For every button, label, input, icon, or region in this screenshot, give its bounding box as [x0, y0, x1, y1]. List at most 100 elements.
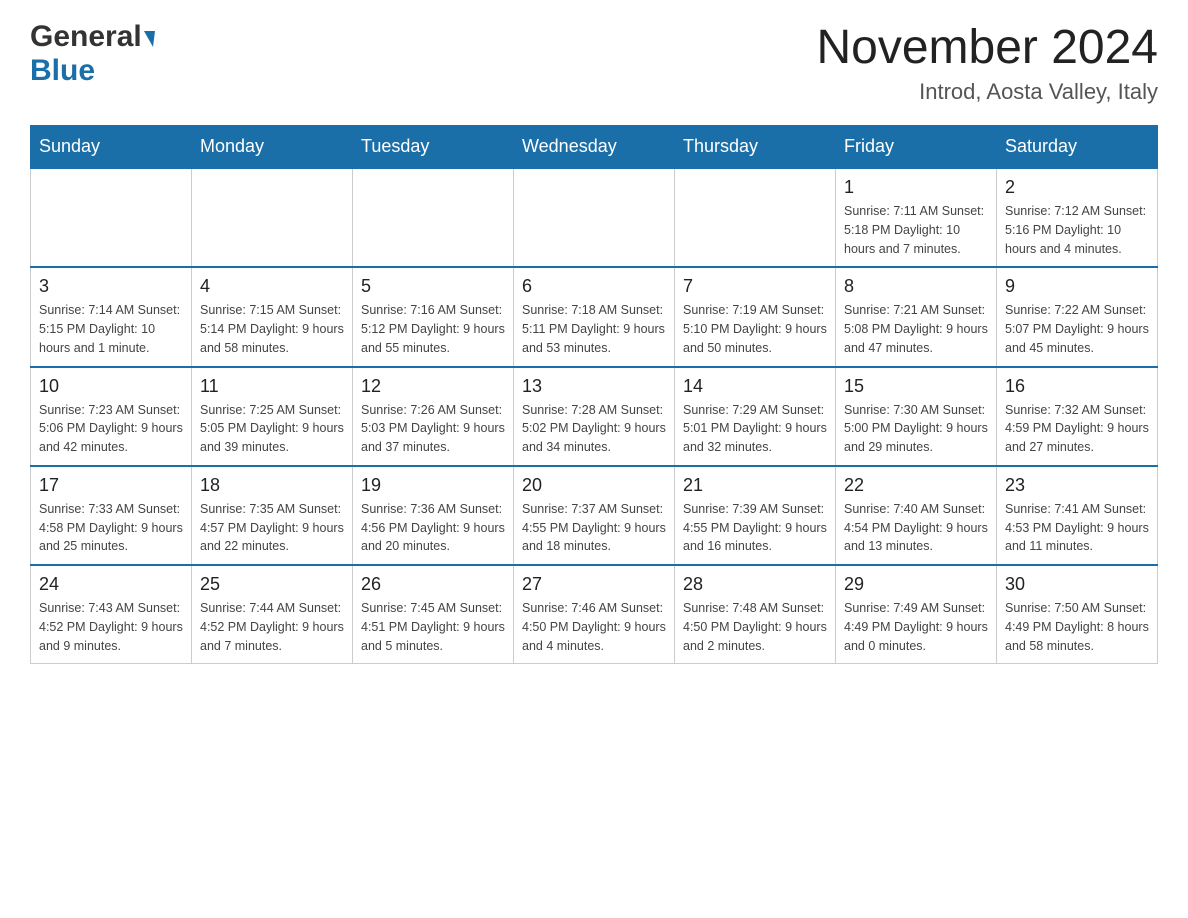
calendar-cell — [675, 168, 836, 267]
day-number: 29 — [844, 574, 988, 595]
day-info: Sunrise: 7:44 AM Sunset: 4:52 PM Dayligh… — [200, 599, 344, 655]
weekday-header: Friday — [836, 126, 997, 169]
calendar-cell: 3 Sunrise: 7:14 AM Sunset: 5:15 PM Daylig… — [31, 267, 192, 366]
day-number: 28 — [683, 574, 827, 595]
day-number: 24 — [39, 574, 183, 595]
calendar-cell: 24 Sunrise: 7:43 AM Sunset: 4:52 PM Dayli… — [31, 565, 192, 664]
calendar-header-row: SundayMondayTuesdayWednesdayThursdayFrid… — [31, 126, 1158, 169]
day-number: 2 — [1005, 177, 1149, 198]
logo-general-text: General — [30, 20, 142, 54]
title-section: November 2024 Introd, Aosta Valley, Ital… — [816, 20, 1158, 105]
day-info: Sunrise: 7:23 AM Sunset: 5:06 PM Dayligh… — [39, 401, 183, 457]
day-number: 14 — [683, 376, 827, 397]
day-info: Sunrise: 7:22 AM Sunset: 5:07 PM Dayligh… — [1005, 301, 1149, 357]
calendar-cell: 9 Sunrise: 7:22 AM Sunset: 5:07 PM Daylig… — [997, 267, 1158, 366]
day-info: Sunrise: 7:30 AM Sunset: 5:00 PM Dayligh… — [844, 401, 988, 457]
calendar-cell: 18 Sunrise: 7:35 AM Sunset: 4:57 PM Dayli… — [192, 466, 353, 565]
day-info: Sunrise: 7:26 AM Sunset: 5:03 PM Dayligh… — [361, 401, 505, 457]
day-number: 11 — [200, 376, 344, 397]
calendar-cell: 30 Sunrise: 7:50 AM Sunset: 4:49 PM Dayli… — [997, 565, 1158, 664]
day-number: 9 — [1005, 276, 1149, 297]
logo: General Blue — [30, 20, 155, 88]
logo-blue-text: Blue — [30, 54, 95, 87]
calendar-cell: 25 Sunrise: 7:44 AM Sunset: 4:52 PM Dayli… — [192, 565, 353, 664]
day-number: 26 — [361, 574, 505, 595]
calendar-cell: 28 Sunrise: 7:48 AM Sunset: 4:50 PM Dayli… — [675, 565, 836, 664]
day-info: Sunrise: 7:43 AM Sunset: 4:52 PM Dayligh… — [39, 599, 183, 655]
weekday-header: Sunday — [31, 126, 192, 169]
day-number: 6 — [522, 276, 666, 297]
calendar-cell: 26Sunrise: 7:45 AM Sunset: 4:51 PM Dayli… — [353, 565, 514, 664]
day-info: Sunrise: 7:12 AM Sunset: 5:16 PM Dayligh… — [1005, 202, 1149, 258]
day-info: Sunrise: 7:49 AM Sunset: 4:49 PM Dayligh… — [844, 599, 988, 655]
day-info: Sunrise: 7:48 AM Sunset: 4:50 PM Dayligh… — [683, 599, 827, 655]
day-info: Sunrise: 7:14 AM Sunset: 5:15 PM Dayligh… — [39, 301, 183, 357]
day-number: 20 — [522, 475, 666, 496]
calendar-table: SundayMondayTuesdayWednesdayThursdayFrid… — [30, 125, 1158, 664]
calendar-cell: 16Sunrise: 7:32 AM Sunset: 4:59 PM Dayli… — [997, 367, 1158, 466]
day-info: Sunrise: 7:11 AM Sunset: 5:18 PM Dayligh… — [844, 202, 988, 258]
day-number: 13 — [522, 376, 666, 397]
day-number: 5 — [361, 276, 505, 297]
day-info: Sunrise: 7:18 AM Sunset: 5:11 PM Dayligh… — [522, 301, 666, 357]
day-number: 27 — [522, 574, 666, 595]
day-info: Sunrise: 7:21 AM Sunset: 5:08 PM Dayligh… — [844, 301, 988, 357]
day-number: 16 — [1005, 376, 1149, 397]
calendar-cell: 13 Sunrise: 7:28 AM Sunset: 5:02 PM Dayli… — [514, 367, 675, 466]
day-info: Sunrise: 7:29 AM Sunset: 5:01 PM Dayligh… — [683, 401, 827, 457]
weekday-header: Tuesday — [353, 126, 514, 169]
day-info: Sunrise: 7:33 AM Sunset: 4:58 PM Dayligh… — [39, 500, 183, 556]
calendar-cell — [192, 168, 353, 267]
calendar-cell: 5 Sunrise: 7:16 AM Sunset: 5:12 PM Daylig… — [353, 267, 514, 366]
calendar-cell: 11 Sunrise: 7:25 AM Sunset: 5:05 PM Dayli… — [192, 367, 353, 466]
day-number: 12 — [361, 376, 505, 397]
calendar-cell: 7 Sunrise: 7:19 AM Sunset: 5:10 PM Daylig… — [675, 267, 836, 366]
week-row: 10 Sunrise: 7:23 AM Sunset: 5:06 PM Dayli… — [31, 367, 1158, 466]
day-info: Sunrise: 7:35 AM Sunset: 4:57 PM Dayligh… — [200, 500, 344, 556]
weekday-header: Saturday — [997, 126, 1158, 169]
calendar-cell: 20Sunrise: 7:37 AM Sunset: 4:55 PM Dayli… — [514, 466, 675, 565]
calendar-cell: 14 Sunrise: 7:29 AM Sunset: 5:01 PM Dayli… — [675, 367, 836, 466]
day-info: Sunrise: 7:16 AM Sunset: 5:12 PM Dayligh… — [361, 301, 505, 357]
calendar-cell: 8 Sunrise: 7:21 AM Sunset: 5:08 PM Daylig… — [836, 267, 997, 366]
day-number: 8 — [844, 276, 988, 297]
main-title: November 2024 — [816, 20, 1158, 75]
day-number: 17 — [39, 475, 183, 496]
day-number: 10 — [39, 376, 183, 397]
day-info: Sunrise: 7:25 AM Sunset: 5:05 PM Dayligh… — [200, 401, 344, 457]
week-row: 1 Sunrise: 7:11 AM Sunset: 5:18 PM Daylig… — [31, 168, 1158, 267]
day-number: 3 — [39, 276, 183, 297]
day-number: 19 — [361, 475, 505, 496]
calendar-cell: 1 Sunrise: 7:11 AM Sunset: 5:18 PM Daylig… — [836, 168, 997, 267]
page-header: General Blue November 2024 Introd, Aosta… — [30, 20, 1158, 105]
weekday-header: Wednesday — [514, 126, 675, 169]
week-row: 3 Sunrise: 7:14 AM Sunset: 5:15 PM Daylig… — [31, 267, 1158, 366]
day-number: 25 — [200, 574, 344, 595]
calendar-cell: 29 Sunrise: 7:49 AM Sunset: 4:49 PM Dayli… — [836, 565, 997, 664]
day-info: Sunrise: 7:15 AM Sunset: 5:14 PM Dayligh… — [200, 301, 344, 357]
day-number: 18 — [200, 475, 344, 496]
day-number: 1 — [844, 177, 988, 198]
day-info: Sunrise: 7:50 AM Sunset: 4:49 PM Dayligh… — [1005, 599, 1149, 655]
calendar-cell: 10 Sunrise: 7:23 AM Sunset: 5:06 PM Dayli… — [31, 367, 192, 466]
calendar-cell: 19 Sunrise: 7:36 AM Sunset: 4:56 PM Dayli… — [353, 466, 514, 565]
day-number: 30 — [1005, 574, 1149, 595]
calendar-cell: 27 Sunrise: 7:46 AM Sunset: 4:50 PM Dayli… — [514, 565, 675, 664]
calendar-cell: 6 Sunrise: 7:18 AM Sunset: 5:11 PM Daylig… — [514, 267, 675, 366]
calendar-cell: 2 Sunrise: 7:12 AM Sunset: 5:16 PM Daylig… — [997, 168, 1158, 267]
day-number: 23 — [1005, 475, 1149, 496]
day-info: Sunrise: 7:28 AM Sunset: 5:02 PM Dayligh… — [522, 401, 666, 457]
subtitle: Introd, Aosta Valley, Italy — [816, 79, 1158, 105]
calendar-cell: 4 Sunrise: 7:15 AM Sunset: 5:14 PM Daylig… — [192, 267, 353, 366]
day-info: Sunrise: 7:39 AM Sunset: 4:55 PM Dayligh… — [683, 500, 827, 556]
weekday-header: Thursday — [675, 126, 836, 169]
day-number: 7 — [683, 276, 827, 297]
day-info: Sunrise: 7:19 AM Sunset: 5:10 PM Dayligh… — [683, 301, 827, 357]
day-info: Sunrise: 7:46 AM Sunset: 4:50 PM Dayligh… — [522, 599, 666, 655]
day-number: 22 — [844, 475, 988, 496]
calendar-cell: 21Sunrise: 7:39 AM Sunset: 4:55 PM Dayli… — [675, 466, 836, 565]
logo-arrow-icon — [144, 31, 155, 47]
calendar-cell: 23Sunrise: 7:41 AM Sunset: 4:53 PM Dayli… — [997, 466, 1158, 565]
day-number: 4 — [200, 276, 344, 297]
day-info: Sunrise: 7:36 AM Sunset: 4:56 PM Dayligh… — [361, 500, 505, 556]
